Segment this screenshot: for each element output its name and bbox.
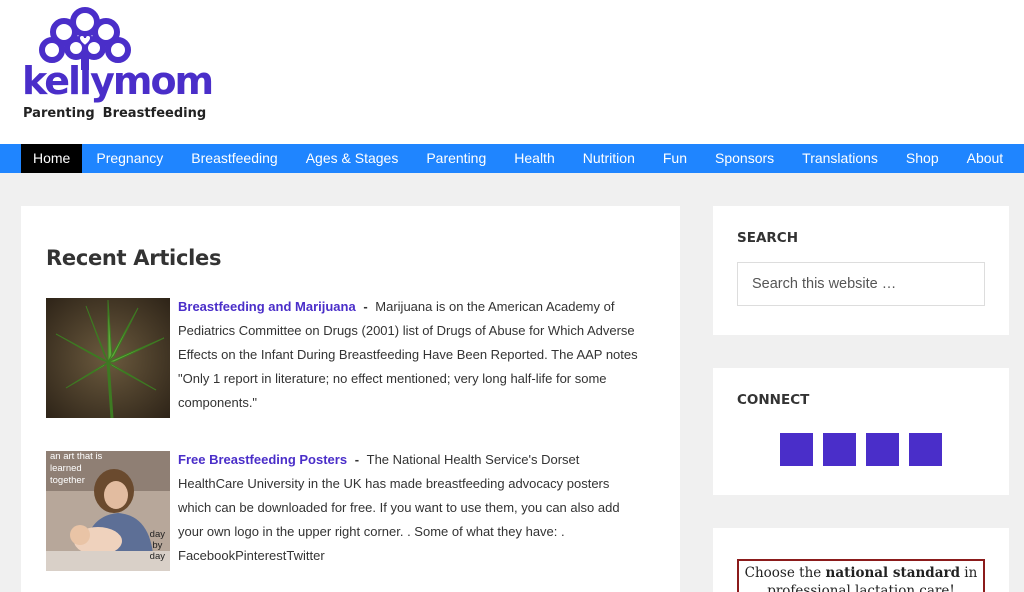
ad-text: Choose the (744, 565, 826, 581)
ad-text-bold: national standard (825, 565, 961, 581)
ad-line-2: professional lactation care! (767, 583, 955, 592)
twitter-icon[interactable] (866, 433, 899, 466)
poster-caption-line: learned (50, 463, 82, 474)
article-body: Breastfeeding and Marijuana - Marijuana … (170, 295, 646, 418)
title-separator: - (359, 299, 372, 314)
poster-caption-line: an art that is (50, 451, 103, 462)
nav-item-shop[interactable]: Shop (892, 144, 953, 173)
search-widget: SEARCH (713, 206, 1009, 335)
title-separator: - (351, 452, 363, 467)
nav-item-breastfeeding[interactable]: Breastfeeding (177, 144, 291, 173)
page-title: Recent Articles (46, 246, 222, 270)
ad-text: in (960, 565, 978, 581)
nav-item-sponsors[interactable]: Sponsors (701, 144, 788, 173)
logo-wordmark: kellymom (22, 59, 214, 103)
marijuana-leaf-image (46, 298, 170, 418)
social-icons (737, 424, 985, 466)
connect-widget-title: CONNECT (737, 392, 810, 408)
article-item: Breastfeeding and Marijuana - Marijuana … (46, 298, 655, 418)
poster-caption-line: together (50, 475, 85, 486)
article-body: Free Breastfeeding Posters - The Nationa… (170, 448, 646, 571)
ad-line-1: Choose the national standard in (739, 564, 983, 582)
nav-item-parenting[interactable]: Parenting (412, 144, 500, 173)
logo-tagline: Parenting Breastfeeding (23, 106, 206, 121)
nav-item-about[interactable]: About (953, 144, 1018, 173)
nav-item-pregnancy[interactable]: Pregnancy (82, 144, 177, 173)
main-nav: Home Pregnancy Breastfeeding Ages & Stag… (0, 144, 1024, 173)
nav-item-ages-stages[interactable]: Ages & Stages (292, 144, 413, 173)
lactation-ad-banner[interactable]: Choose the national standard in professi… (737, 559, 985, 592)
nav-item-translations[interactable]: Translations (788, 144, 892, 173)
poster-caption-bottom: day by day (150, 529, 165, 562)
nav-item-nutrition[interactable]: Nutrition (569, 144, 649, 173)
poster-caption-top: an art that is learned together (50, 451, 102, 487)
article-item: an art that is learned together day by d… (46, 451, 655, 571)
connect-widget: CONNECT (713, 368, 1009, 495)
youtube-icon[interactable] (909, 433, 942, 466)
site-header: kellymom Parenting Breastfeeding (0, 0, 1024, 144)
nav-item-home[interactable]: Home (21, 144, 83, 173)
logo-tagline-parenting: Parenting (23, 106, 95, 121)
pinterest-icon[interactable] (823, 433, 856, 466)
nav-item-fun[interactable]: Fun (649, 144, 701, 173)
breastfeeding-poster-photo[interactable]: an art that is learned together day by d… (46, 451, 170, 571)
article-excerpt: Marijuana is on the American Academy of … (178, 299, 638, 410)
nav-item-health[interactable]: Health (500, 144, 568, 173)
ad-widget: Choose the national standard in professi… (713, 528, 1009, 592)
poster-caption-line: day (149, 529, 165, 540)
article-excerpt: The National Health Service's Dorset Hea… (178, 452, 620, 563)
search-input[interactable] (737, 262, 985, 306)
article-title-link[interactable]: Breastfeeding and Marijuana (178, 299, 356, 314)
main-content: Recent Articles Breastfeeding and Mariju… (21, 206, 680, 592)
poster-caption-line: day (149, 551, 165, 562)
facebook-icon[interactable] (780, 433, 813, 466)
article-title-link[interactable]: Free Breastfeeding Posters (178, 452, 347, 467)
poster-caption-line: by (152, 540, 163, 551)
marijuana-leaf-photo[interactable] (46, 298, 170, 418)
search-widget-title: SEARCH (737, 230, 798, 246)
kellymom-logo[interactable]: kellymom Parenting Breastfeeding (22, 4, 222, 122)
logo-tagline-breastfeeding: Breastfeeding (102, 106, 207, 121)
